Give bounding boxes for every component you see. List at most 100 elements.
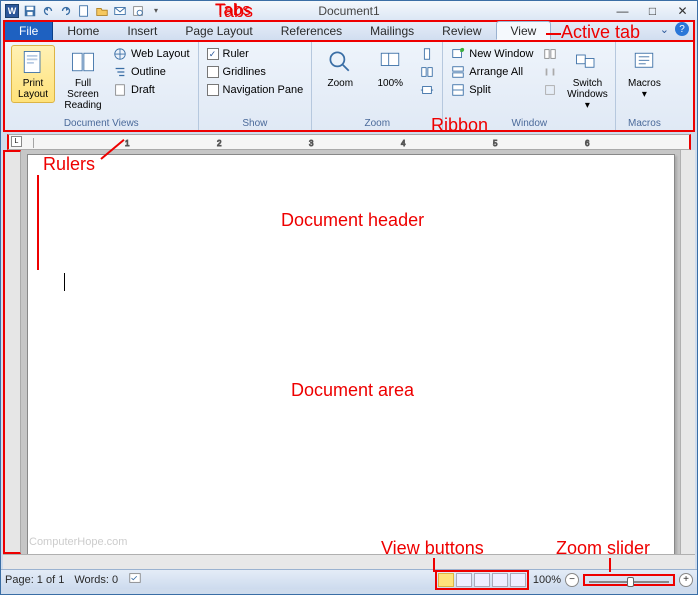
draft-button[interactable]: Draft: [111, 81, 192, 99]
title-bar: W ▾ Document1: [1, 0, 697, 20]
annotation-rulers: Rulers: [43, 154, 95, 175]
split-button[interactable]: Split: [449, 81, 535, 99]
annotation-tabs-top: Tabs: [215, 1, 253, 22]
synchronous-scroll-button[interactable]: [541, 63, 559, 81]
group-document-views: Print Layout Full Screen Reading Web Lay…: [5, 42, 199, 130]
redo-icon[interactable]: [59, 4, 73, 18]
new-doc-icon[interactable]: [77, 4, 91, 18]
minimize-ribbon-icon[interactable]: ⌄: [660, 23, 669, 36]
checkbox-checked-icon: ✓: [207, 48, 219, 60]
email-icon[interactable]: [113, 4, 127, 18]
zoom-out-button[interactable]: −: [565, 573, 579, 587]
group-label-macros: Macros: [622, 116, 666, 130]
full-screen-reading-label: Full Screen Reading: [64, 78, 102, 111]
svg-text:1: 1: [125, 139, 130, 148]
checkbox-empty-icon: [207, 84, 219, 96]
minimize-button[interactable]: —: [607, 2, 637, 20]
svg-text:6: 6: [585, 139, 590, 148]
qat-dropdown-icon[interactable]: ▾: [149, 4, 163, 18]
view-web-layout-button[interactable]: [474, 573, 490, 587]
web-layout-label: Web Layout: [131, 48, 190, 60]
tab-file[interactable]: File: [5, 22, 53, 40]
close-button[interactable]: ✕: [667, 2, 697, 20]
print-layout-button[interactable]: Print Layout: [11, 45, 55, 103]
status-zoom-value[interactable]: 100%: [533, 574, 561, 586]
svg-text:4: 4: [401, 139, 406, 148]
outline-label: Outline: [131, 66, 166, 78]
gridlines-label: Gridlines: [223, 66, 266, 78]
view-print-layout-button[interactable]: [438, 573, 454, 587]
zoom-slider-handle[interactable]: [627, 577, 634, 587]
annotation-active-tab: Active tab: [561, 22, 640, 43]
proofing-icon[interactable]: [128, 571, 142, 588]
zoom-button[interactable]: Zoom: [318, 45, 362, 92]
document-title: Document1: [318, 4, 379, 18]
view-side-by-side-button[interactable]: [541, 45, 559, 63]
group-label-show: Show: [205, 116, 306, 130]
status-page[interactable]: Page: 1 of 1: [5, 574, 64, 586]
zoom-100-label: 100%: [377, 78, 403, 89]
maximize-button[interactable]: □: [637, 2, 667, 20]
web-layout-button[interactable]: Web Layout: [111, 45, 192, 63]
undo-icon[interactable]: [41, 4, 55, 18]
watermark: ComputerHope.com: [29, 536, 127, 548]
tab-review[interactable]: Review: [428, 22, 495, 40]
navigation-pane-checkbox[interactable]: Navigation Pane: [205, 81, 306, 99]
new-window-label: New Window: [469, 48, 533, 60]
arrange-all-label: Arrange All: [469, 66, 523, 78]
group-label-zoom: Zoom: [318, 116, 436, 130]
status-words[interactable]: Words: 0: [74, 574, 118, 586]
print-layout-label: Print Layout: [14, 78, 52, 100]
word-app-icon: W: [5, 4, 19, 18]
view-outline-button[interactable]: [492, 573, 508, 587]
help-icon[interactable]: ?: [675, 22, 689, 36]
full-screen-reading-button[interactable]: Full Screen Reading: [61, 45, 105, 114]
view-full-screen-button[interactable]: [456, 573, 472, 587]
vertical-scrollbar[interactable]: [680, 150, 695, 554]
tab-insert[interactable]: Insert: [113, 22, 171, 40]
gridlines-checkbox[interactable]: Gridlines: [205, 63, 306, 81]
tab-home[interactable]: Home: [53, 22, 113, 40]
macros-label: Macros ▾: [625, 78, 663, 100]
tab-page-layout[interactable]: Page Layout: [171, 22, 266, 40]
page-width-button[interactable]: [418, 81, 436, 99]
one-page-button[interactable]: [418, 45, 436, 63]
ruler-checkbox[interactable]: ✓ Ruler: [205, 45, 306, 63]
tab-selector-icon[interactable]: L: [11, 136, 22, 147]
switch-windows-button[interactable]: Switch Windows ▾: [565, 45, 609, 114]
open-doc-icon[interactable]: [95, 4, 109, 18]
reset-window-position-button[interactable]: [541, 81, 559, 99]
annotation-ribbon: Ribbon: [431, 115, 488, 136]
save-icon[interactable]: [23, 4, 37, 18]
view-buttons: [435, 570, 529, 590]
new-window-button[interactable]: New Window: [449, 45, 535, 63]
svg-text:3: 3: [309, 139, 314, 148]
group-show: ✓ Ruler Gridlines Navigation Pane Show: [199, 42, 313, 130]
outline-button[interactable]: Outline: [111, 63, 192, 81]
tab-references[interactable]: References: [267, 22, 356, 40]
annotation-document-area: Document area: [291, 380, 414, 401]
group-macros: Macros ▾ Macros: [616, 42, 672, 130]
arrange-all-button[interactable]: Arrange All: [449, 63, 535, 81]
print-preview-icon[interactable]: [131, 4, 145, 18]
zoom-in-button[interactable]: +: [679, 573, 693, 587]
zoom-label: Zoom: [327, 78, 353, 89]
annotation-zoom-slider: Zoom slider: [556, 538, 650, 559]
ruler-label: Ruler: [223, 48, 249, 60]
svg-text:5: 5: [493, 139, 498, 148]
zoom-slider[interactable]: [583, 574, 675, 586]
horizontal-ruler[interactable]: L 1 2 3 4 5 6: [7, 134, 691, 150]
two-pages-button[interactable]: [418, 63, 436, 81]
svg-text:2: 2: [217, 139, 222, 148]
tab-mailings[interactable]: Mailings: [356, 22, 428, 40]
switch-windows-label: Switch Windows ▾: [567, 78, 608, 111]
vertical-ruler[interactable]: [3, 150, 21, 554]
status-bar: Page: 1 of 1 Words: 0 100% − +: [1, 569, 697, 589]
view-draft-button[interactable]: [510, 573, 526, 587]
draft-label: Draft: [131, 84, 155, 96]
tab-view[interactable]: View: [496, 21, 552, 40]
zoom-100-button[interactable]: 100%: [368, 45, 412, 92]
macros-button[interactable]: Macros ▾: [622, 45, 666, 103]
annotation-view-buttons: View buttons: [381, 538, 484, 559]
quick-access-toolbar: W ▾: [1, 4, 163, 18]
